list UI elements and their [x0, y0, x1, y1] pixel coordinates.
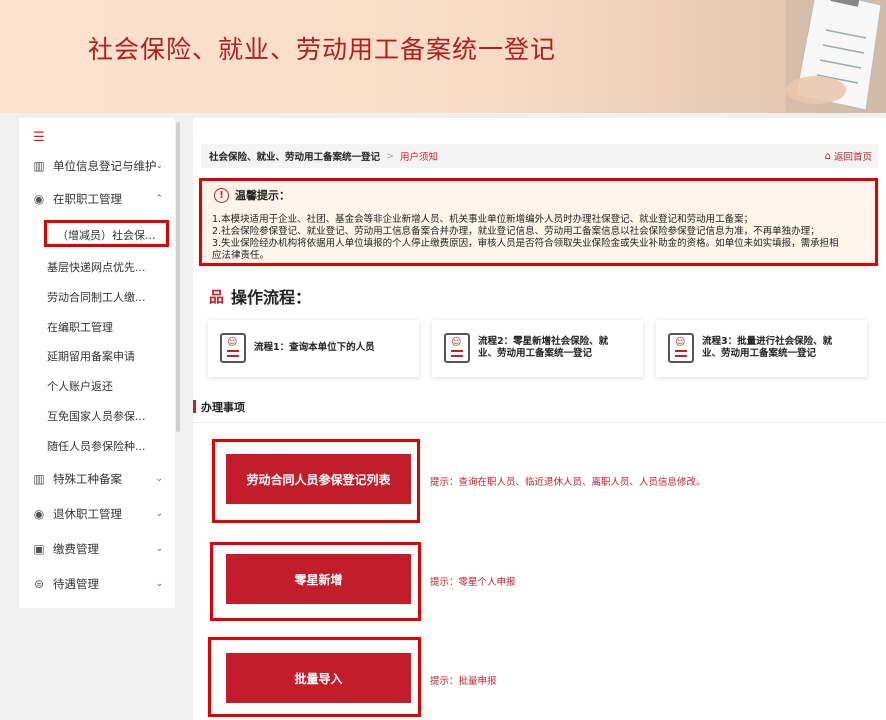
building-icon: ▥ — [33, 159, 45, 173]
header-banner: 社会保险、就业、劳动用工备案统一登记 — [0, 0, 886, 113]
notice-line: 3.失业保险经办机构将依据用人单位填报的个人停止缴费原因，审核人员是否符合领取失… — [212, 238, 839, 249]
sidebar-item-employee-mgmt[interactable]: ◉ 在职职工管理 ⌃ — [19, 184, 175, 214]
sidebar-item-payment[interactable]: ▣ 缴费管理 ⌄ — [19, 534, 175, 564]
main-content: 社会保险、就业、劳动用工备案统一登记 > 用户须知 ⌂ 返回首页 ! 温馨提示：… — [193, 118, 886, 720]
home-icon: ⌂ — [824, 150, 831, 162]
sidebar-item-retired[interactable]: ◉ 退休职工管理 ⌄ — [19, 499, 175, 529]
chevron-down-icon: ⌄ — [155, 544, 163, 554]
notice-title: 温馨提示： — [235, 189, 290, 202]
sidebar-scrollbar[interactable] — [176, 122, 180, 432]
sidebar-subitem-active[interactable]: （增减员）社会保... — [44, 220, 169, 247]
building-icon: ▥ — [33, 472, 45, 486]
breadcrumb-parent[interactable]: 社会保险、就业、劳动用工备案统一登记 — [209, 149, 380, 163]
sidebar-subitem[interactable]: 在编职工管理 — [19, 311, 175, 341]
breadcrumb-separator: > — [386, 150, 394, 162]
page-title: 社会保险、就业、劳动用工备案统一登记 — [88, 35, 557, 64]
document-person-icon: ☺ — [444, 333, 470, 363]
wallet-icon: ▣ — [33, 542, 45, 556]
sidebar-subitem[interactable]: 随任人员参保险种... — [19, 430, 175, 460]
sidebar-item-unit-info[interactable]: ▥ 单位信息登记与维护 ⌄ — [19, 151, 175, 181]
person-circle-icon: ◉ — [33, 507, 45, 521]
clipboard-illustration-icon — [786, 0, 886, 113]
batch-import-button[interactable]: 批量导入 — [226, 653, 411, 703]
breadcrumb: 社会保险、就业、劳动用工备案统一登记 > 用户须知 ⌂ 返回首页 — [201, 144, 878, 168]
notice-line: 应法律责任。 — [212, 250, 270, 261]
chevron-down-icon: ⌄ — [155, 579, 163, 589]
coin-icon: ⊜ — [33, 577, 45, 591]
action-hint: 提示：查询在职人员、临近退休人员、离职人员、人员信息修改。 — [430, 477, 706, 488]
chevron-down-icon: ⌄ — [155, 161, 163, 171]
action-hint: 提示：零星个人申报 — [430, 577, 516, 588]
sidebar-subitem[interactable]: 延期留用备案申请 — [19, 340, 175, 370]
notice-box: ! 温馨提示： 1.本模块适用于企业、社团、基金会等非企业新增人员、机关事业单位… — [199, 178, 878, 266]
chevron-down-icon: ⌄ — [155, 509, 163, 519]
person-circle-icon: ◉ — [33, 192, 45, 206]
warning-icon: ! — [214, 187, 229, 203]
single-add-button[interactable]: 零星新增 — [226, 554, 411, 604]
menu-icon[interactable]: ☰ — [33, 130, 45, 145]
flow-step-1: ☺ 流程1：查询本单位下的人员 — [208, 320, 419, 377]
org-chart-icon: 品 — [209, 287, 225, 306]
sidebar-subitem[interactable]: 互免国家人员参保... — [19, 400, 175, 430]
chevron-down-icon: ⌄ — [155, 474, 163, 484]
document-person-icon: ☺ — [668, 333, 694, 363]
breadcrumb-current: 用户须知 — [399, 152, 438, 163]
sidebar: ☰ ▥ 单位信息登记与维护 ⌄ ◉ 在职职工管理 ⌃ （增减员）社会保... 基… — [19, 118, 175, 608]
flow-heading: 品 操作流程： — [209, 287, 312, 308]
sidebar-subitem[interactable]: 个人账户返还 — [19, 370, 175, 400]
sidebar-item-special-work[interactable]: ▥ 特殊工种备案 ⌄ — [19, 464, 175, 494]
flow-step-2: ☺ 流程2：零星新增社会保险、就 业、劳动用工备案统一登记 — [432, 320, 643, 377]
contract-staff-list-button[interactable]: 劳动合同人员参保登记列表 — [226, 454, 411, 504]
sidebar-subitem[interactable]: 基层快递网点优先... — [19, 251, 175, 281]
chevron-up-icon: ⌃ — [155, 194, 163, 204]
document-person-icon: ☺ — [220, 333, 246, 363]
action-hint: 提示：批量申报 — [430, 676, 497, 687]
sidebar-subitem[interactable]: 劳动合同制工人缴... — [19, 281, 175, 311]
back-home-link[interactable]: ⌂ 返回首页 — [824, 149, 872, 164]
flow-step-3: ☺ 流程3：批量进行社会保险、就 业、劳动用工备案统一登记 — [656, 320, 867, 377]
sidebar-item-benefits[interactable]: ⊜ 待遇管理 ⌄ — [19, 569, 175, 599]
